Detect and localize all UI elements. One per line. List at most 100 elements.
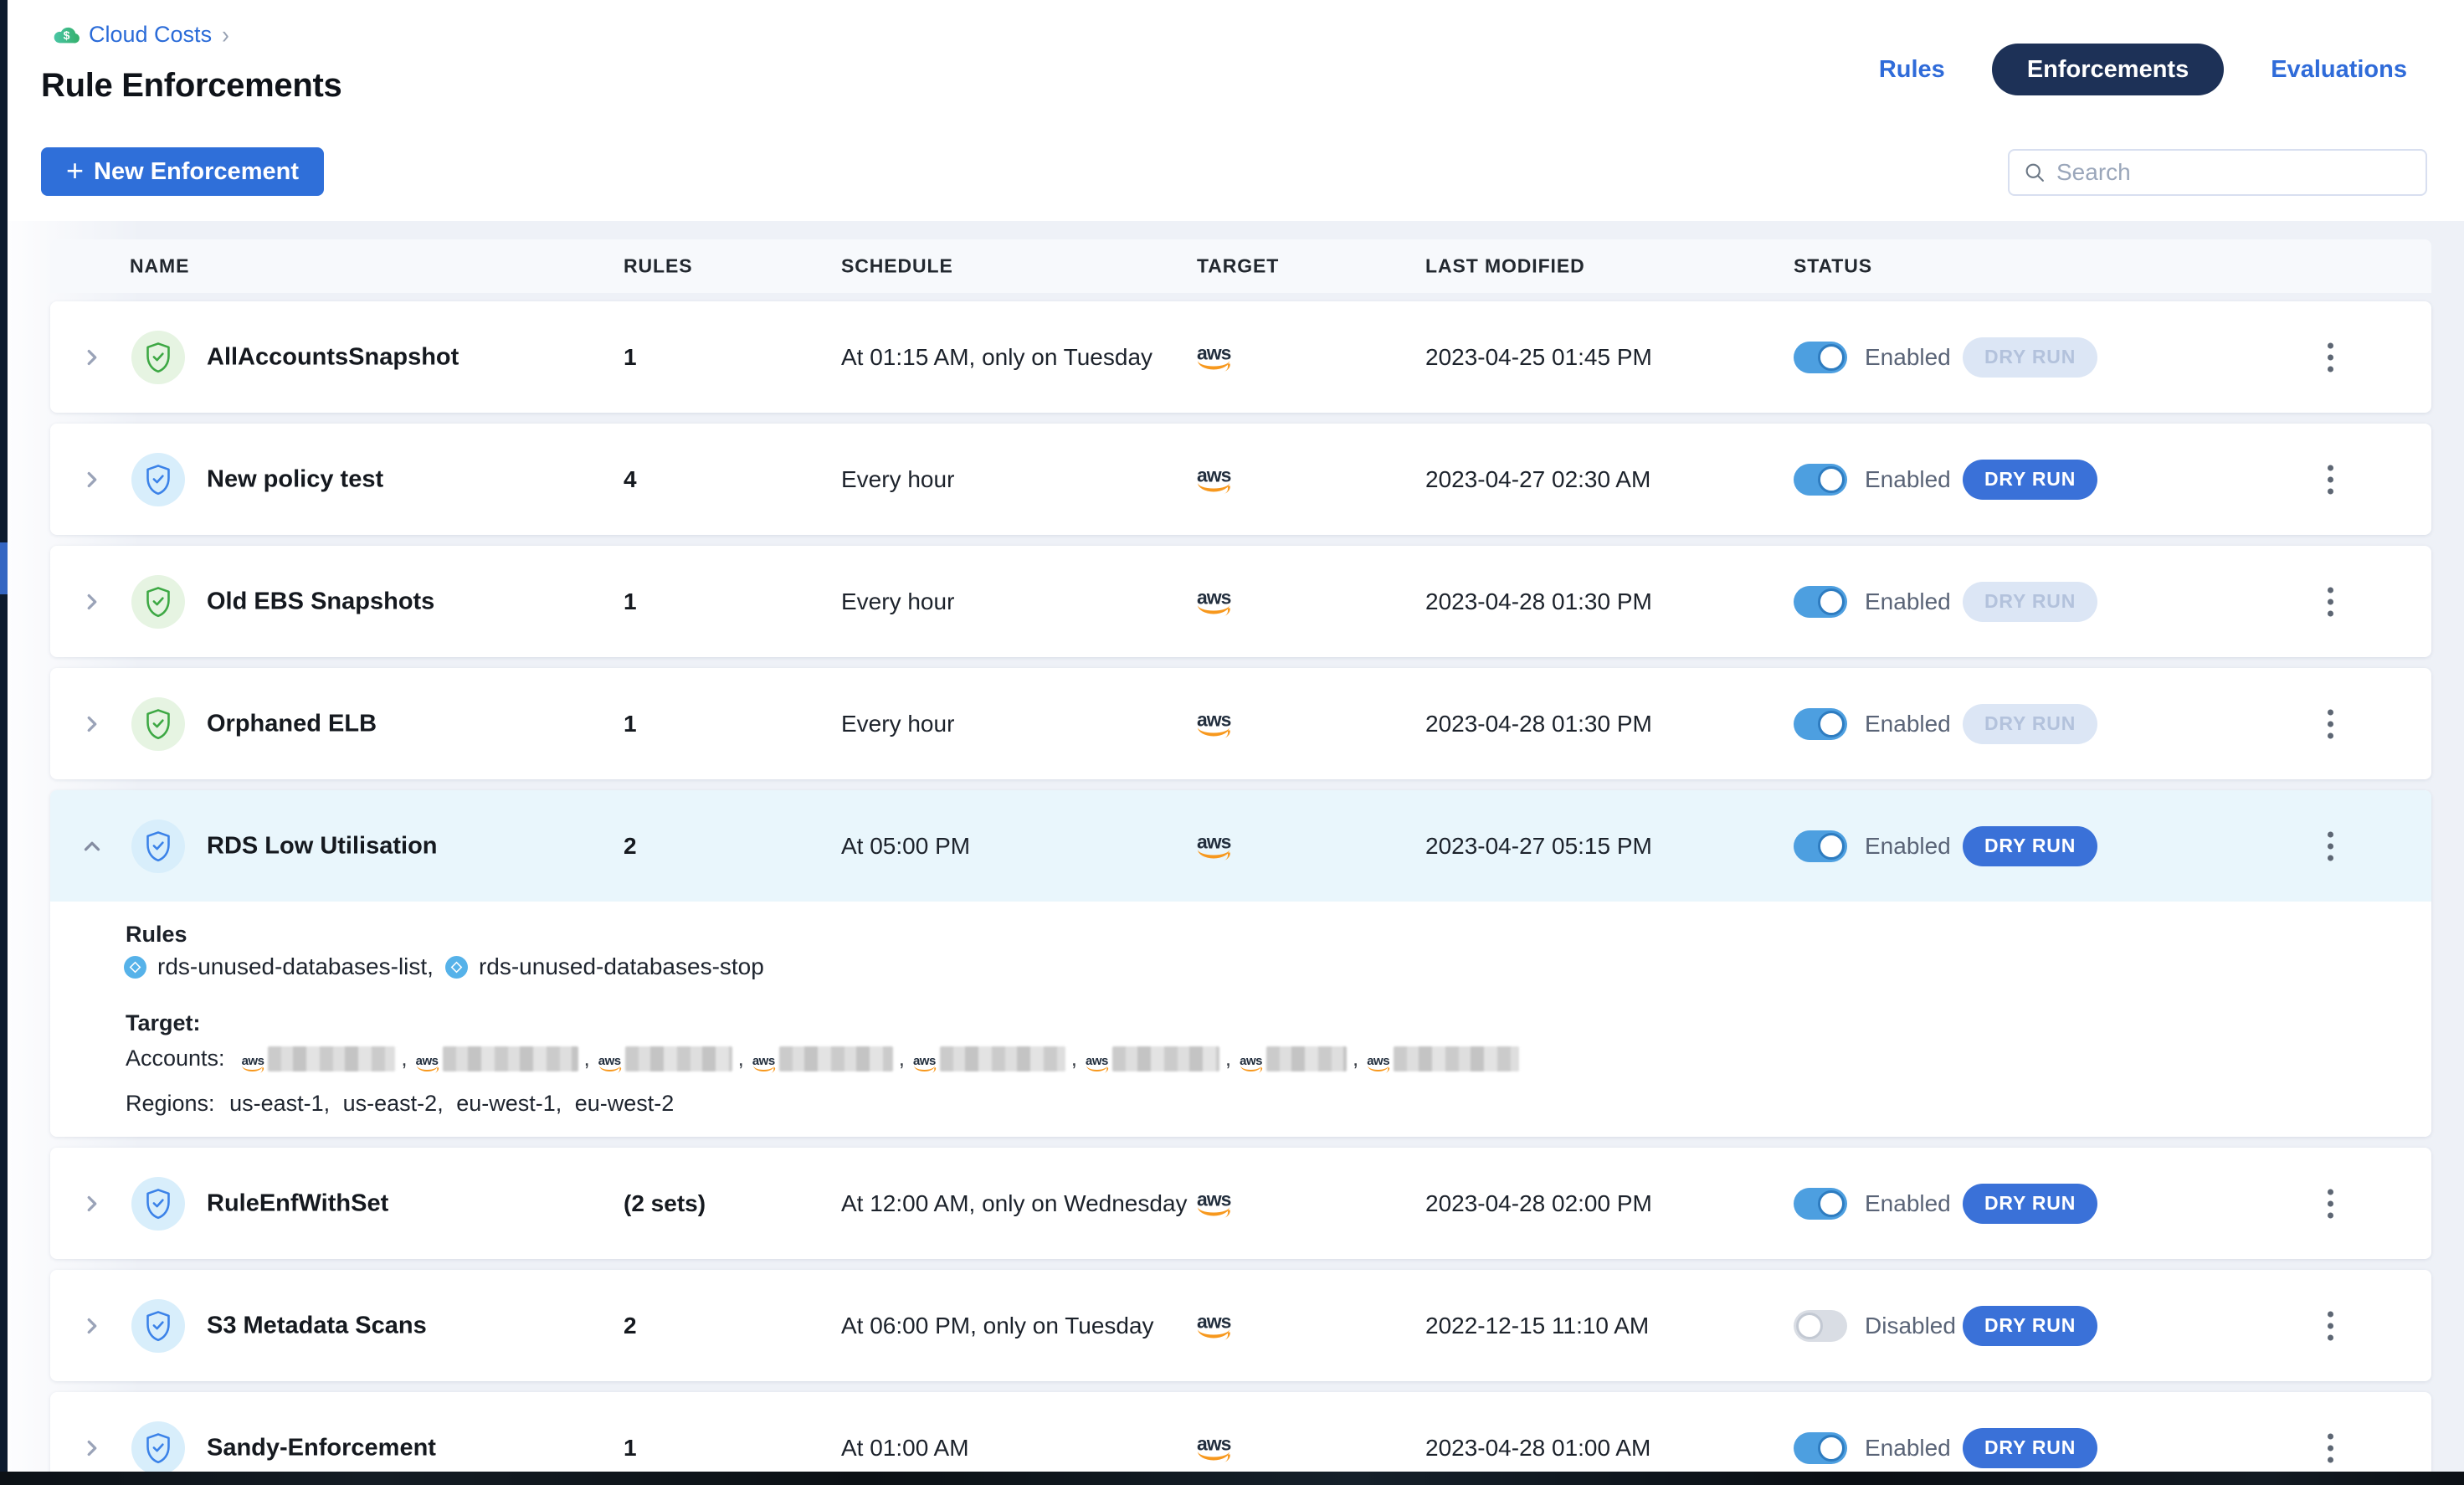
regions-values: us-east-1, us-east-2, eu-west-1, eu-west… xyxy=(229,1091,674,1116)
column-header-last-modified: LAST MODIFIED xyxy=(1425,255,1585,278)
shield-check-icon xyxy=(131,575,185,629)
last-modified: 2023-04-28 01:30 PM xyxy=(1425,711,1652,737)
aws-logo-icon: aws xyxy=(752,1056,775,1071)
dry-run-badge: DRY RUN xyxy=(1963,582,2097,622)
schedule-text: At 06:00 PM, only on Tuesday xyxy=(841,1313,1154,1339)
dry-run-badge: DRY RUN xyxy=(1963,337,2097,378)
enforcement-name[interactable]: Sandy-Enforcement xyxy=(207,1434,436,1462)
aws-logo-icon: aws xyxy=(1197,712,1230,736)
kebab-menu-icon[interactable] xyxy=(2323,1184,2338,1223)
last-modified: 2023-04-28 01:00 AM xyxy=(1425,1435,1650,1462)
tab-evaluations[interactable]: Evaluations xyxy=(2271,56,2407,84)
rule-enforcements-page: $ Cloud Costs › Rule Enforcements RulesE… xyxy=(0,0,2464,1485)
regions-row: Regions: us-east-1, us-east-2, eu-west-1… xyxy=(126,1091,674,1117)
view-tabs: Rules Enforcements Evaluations xyxy=(1879,44,2407,95)
aws-logo-icon: aws xyxy=(913,1056,936,1071)
table-row[interactable]: Old EBS Snapshots 1 Every hour aws 2023-… xyxy=(50,546,2431,657)
table-row[interactable]: RDS Low Utilisation 2 At 05:00 PM aws 20… xyxy=(50,790,2431,1137)
schedule-text: At 01:00 AM xyxy=(841,1435,969,1462)
table-row[interactable]: S3 Metadata Scans 2 At 06:00 PM, only on… xyxy=(50,1270,2431,1381)
status-toggle[interactable] xyxy=(1794,1310,1847,1342)
shield-check-icon xyxy=(131,331,185,384)
status-toggle[interactable] xyxy=(1794,1432,1847,1464)
table-row[interactable]: AllAccountsSnapshot 1 At 01:15 AM, only … xyxy=(50,301,2431,413)
expand-chevron-icon[interactable] xyxy=(80,467,105,492)
enforcement-name[interactable]: Orphaned ELB xyxy=(207,710,377,737)
search-box[interactable] xyxy=(2008,149,2427,196)
status-toggle[interactable] xyxy=(1794,586,1847,618)
schedule-text: Every hour xyxy=(841,466,954,493)
status-toggle[interactable] xyxy=(1794,830,1847,862)
table-row[interactable]: New policy test 4 Every hour aws 2023-04… xyxy=(50,424,2431,535)
enforcement-name[interactable]: RuleEnfWithSet xyxy=(207,1190,388,1217)
rules-count: 1 xyxy=(624,344,637,371)
schedule-text: Every hour xyxy=(841,588,954,615)
toggle-knob xyxy=(1818,466,1845,493)
toggle-knob xyxy=(1818,1435,1845,1462)
aws-logo-icon: aws xyxy=(1086,1056,1108,1071)
table-row[interactable]: Orphaned ELB 1 Every hour aws 2023-04-28… xyxy=(50,668,2431,779)
enforcement-name[interactable]: AllAccountsSnapshot xyxy=(207,343,459,371)
rule-chip[interactable]: rds-unused-databases-stop xyxy=(445,953,764,980)
aws-logo-icon: aws xyxy=(242,1056,264,1071)
expand-chevron-icon[interactable] xyxy=(80,712,105,737)
rules-count: (2 sets) xyxy=(624,1190,706,1217)
last-modified: 2023-04-27 02:30 AM xyxy=(1425,466,1650,493)
kebab-menu-icon[interactable] xyxy=(2323,1428,2338,1467)
kebab-menu-icon[interactable] xyxy=(2323,337,2338,377)
status-toggle[interactable] xyxy=(1794,464,1847,496)
enforcement-name[interactable]: RDS Low Utilisation xyxy=(207,832,438,860)
shield-check-icon xyxy=(131,820,185,873)
expand-chevron-icon[interactable] xyxy=(80,345,105,370)
rules-section-label: Rules xyxy=(126,922,187,948)
schedule-text: At 12:00 AM, only on Wednesday xyxy=(841,1190,1188,1217)
status-toggle[interactable] xyxy=(1794,1188,1847,1220)
enforcement-name[interactable]: Old EBS Snapshots xyxy=(207,588,434,615)
kebab-menu-icon[interactable] xyxy=(2323,1306,2338,1345)
aws-logo-icon: aws xyxy=(1197,834,1230,858)
row-main-line: RDS Low Utilisation 2 At 05:00 PM aws 20… xyxy=(50,790,2431,902)
expand-chevron-icon[interactable] xyxy=(80,1313,105,1339)
kebab-menu-icon[interactable] xyxy=(2323,826,2338,866)
new-enforcement-button[interactable]: + New Enforcement xyxy=(41,147,324,196)
kebab-menu-icon[interactable] xyxy=(2323,704,2338,743)
status-label: Enabled xyxy=(1865,466,1951,493)
status-toggle[interactable] xyxy=(1794,342,1847,373)
collapsed-sidebar-edge xyxy=(0,0,8,1485)
enforcement-name[interactable]: New policy test xyxy=(207,465,383,493)
expand-chevron-icon[interactable] xyxy=(80,1436,105,1461)
tab-enforcements[interactable]: Enforcements xyxy=(1992,44,2224,95)
rule-chips: rds-unused-databases-list, rds-unused-da… xyxy=(124,953,764,980)
aws-logo-icon: aws xyxy=(598,1056,621,1071)
kebab-menu-icon[interactable] xyxy=(2323,582,2338,621)
accounts-label: Accounts: xyxy=(126,1046,225,1071)
redacted-account: aws, xyxy=(1086,1046,1231,1071)
expand-chevron-icon[interactable] xyxy=(80,1191,105,1216)
expand-chevron-icon[interactable] xyxy=(80,589,105,614)
row-main-line: AllAccountsSnapshot 1 At 01:15 AM, only … xyxy=(50,301,2431,413)
plus-icon: + xyxy=(66,156,84,186)
shield-check-icon xyxy=(131,1177,185,1231)
redacted-account: aws, xyxy=(1240,1046,1358,1071)
diamond-badge-icon xyxy=(124,956,146,979)
status-label: Enabled xyxy=(1865,833,1951,860)
aws-logo-icon: aws xyxy=(1367,1056,1389,1071)
tab-rules[interactable]: Rules xyxy=(1879,56,1945,84)
regions-label: Regions: xyxy=(126,1091,215,1116)
breadcrumb-cloud-costs-link[interactable]: Cloud Costs xyxy=(89,22,212,48)
rule-chip[interactable]: rds-unused-databases-list, xyxy=(124,953,434,980)
last-modified: 2023-04-27 05:15 PM xyxy=(1425,833,1652,860)
table-row[interactable]: RuleEnfWithSet (2 sets) At 12:00 AM, onl… xyxy=(50,1148,2431,1259)
status-toggle[interactable] xyxy=(1794,708,1847,740)
row-main-line: RuleEnfWithSet (2 sets) At 12:00 AM, onl… xyxy=(50,1148,2431,1259)
status-label: Disabled xyxy=(1865,1313,1956,1339)
expand-chevron-icon[interactable] xyxy=(80,834,105,859)
enforcement-name[interactable]: S3 Metadata Scans xyxy=(207,1312,427,1339)
shield-check-icon xyxy=(131,1299,185,1353)
rules-count: 2 xyxy=(624,833,637,860)
row-main-line: Orphaned ELB 1 Every hour aws 2023-04-28… xyxy=(50,668,2431,779)
kebab-menu-icon[interactable] xyxy=(2323,460,2338,499)
search-input[interactable] xyxy=(2056,159,2412,186)
target-section-label: Target: xyxy=(126,1010,201,1036)
redacted-account-id xyxy=(1266,1046,1347,1071)
